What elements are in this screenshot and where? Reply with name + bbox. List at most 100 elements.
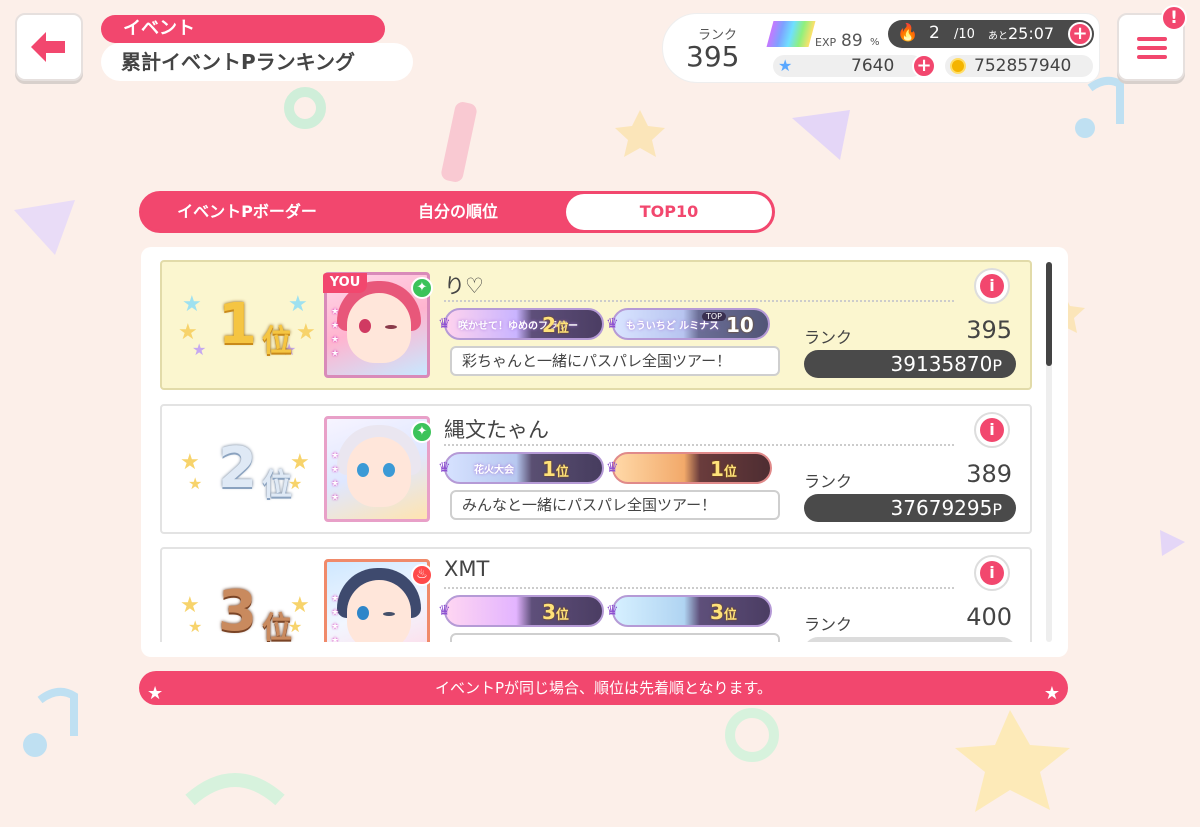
star-icon: ★: [296, 320, 316, 345]
title-rank: 2位: [542, 313, 569, 337]
divider: [444, 300, 954, 302]
title-badge: ♛ 3位: [438, 595, 604, 627]
title-rank-suffix: 位: [723, 608, 737, 623]
live-boost-timer: あと25:07: [988, 24, 1054, 43]
avatar-eye: [385, 325, 397, 329]
scrollbar-thumb[interactable]: [1046, 262, 1052, 366]
live-boost-timer-prefix: あと: [988, 31, 1008, 42]
player-name: 縄文たゃん: [444, 418, 549, 442]
tab-event-point-border[interactable]: イベントPボーダー: [142, 194, 352, 230]
title-rank: 3位: [542, 600, 569, 624]
avatar-eye: [357, 463, 369, 477]
row-rank-label: ランク: [804, 615, 853, 634]
crown-icon: ♛: [606, 316, 619, 332]
avatar-face: [347, 293, 411, 363]
title-rank-suffix: 位: [555, 465, 569, 480]
player-rank-value: 395: [686, 40, 740, 73]
coin-icon: [950, 58, 966, 74]
info-icon: i: [980, 561, 1004, 585]
title-badge: ♛ 3位: [606, 595, 772, 627]
ranking-row[interactable]: ★ ★ ★ ★ 3 位 ★ ★ ★ ★ ♨ XMT i ♛ 3位 ♛ 3位 ラン…: [160, 547, 1032, 642]
event-points-unit: P: [992, 500, 1002, 519]
player-avatar[interactable]: ★ ★ ★ ★ ♨: [324, 559, 433, 642]
rank-suffix: 位: [262, 611, 292, 642]
title-rank-number: 1: [542, 457, 556, 481]
player-comment: みんなと一緒にパスパレ全国ツアー！: [450, 490, 780, 520]
player-info-button[interactable]: i: [974, 412, 1010, 448]
avatar-eye: [383, 612, 395, 616]
player-avatar[interactable]: ★ ★ ★ ★ ✦: [324, 416, 433, 522]
row-player-rank: 389: [966, 460, 1012, 488]
card-rarity-stars: ★ ★ ★ ★: [331, 451, 340, 503]
alert-badge: !: [1161, 5, 1187, 31]
powerful-attribute-icon: ♨: [411, 564, 433, 586]
star-gem-bar: [773, 55, 923, 77]
crown-icon: ♛: [606, 460, 619, 476]
live-boost-max: /10: [954, 27, 975, 42]
title-top-label: TOP: [702, 312, 727, 321]
crown-icon: ♛: [438, 316, 451, 332]
event-points-unit: P: [992, 356, 1002, 375]
player-name: XMT: [444, 557, 490, 581]
event-points: 37679295P: [804, 494, 1016, 522]
tab-my-rank[interactable]: 自分の順位: [352, 194, 564, 230]
star-icon: ★: [147, 683, 164, 704]
notice-text: イベントPが同じ場合、順位は先着順となります。: [434, 679, 773, 697]
row-player-rank: 400: [966, 603, 1012, 631]
star-icon: ★: [288, 292, 308, 317]
tie-rule-notice: ★ イベントPが同じ場合、順位は先着順となります。 ★: [139, 671, 1068, 705]
row-rank-label: ランク: [804, 472, 853, 491]
player-name: り♡: [444, 274, 484, 298]
player-info-button[interactable]: i: [974, 268, 1010, 304]
tab-top10[interactable]: TOP10: [566, 194, 772, 230]
title-event-name: 花火大会: [474, 465, 514, 476]
rank-suffix: 位: [262, 468, 292, 503]
live-boost-timer-value: 25:07: [1008, 24, 1055, 43]
event-points: [804, 637, 1016, 642]
add-live-boost-button[interactable]: +: [1068, 22, 1092, 46]
title-rank: 3位: [710, 600, 737, 624]
star-icon: ★: [188, 617, 203, 636]
title-rank-number: 3: [710, 600, 724, 624]
ranking-list[interactable]: ★ ★ ★ ★ ★ ★ 1 位 ★ ★ ★ ★ ✦ YOU り♡ i ♛ 咲かせて！ゆ…: [160, 260, 1034, 642]
exp-rainbow-bar: [766, 21, 816, 47]
hamburger-icon: [1137, 37, 1167, 41]
info-icon: i: [980, 418, 1004, 442]
row-player-rank: 395: [966, 316, 1012, 344]
avatar-eye: [359, 319, 371, 333]
crown-icon: ♛: [438, 460, 451, 476]
row-rank-label: ランク: [804, 328, 853, 347]
star-gem-value: 7640: [851, 56, 895, 76]
divider: [444, 587, 954, 589]
rank-number: 3: [218, 579, 257, 642]
card-rarity-stars: ★ ★ ★ ★: [331, 594, 340, 642]
ranking-row[interactable]: ★ ★ ★ ★ ★ ★ 1 位 ★ ★ ★ ★ ✦ YOU り♡ i ♛ 咲かせて！ゆ…: [160, 260, 1032, 390]
arrow-left-icon: [31, 32, 65, 62]
card-rarity-stars: ★ ★ ★ ★: [331, 307, 340, 359]
title-rank-number: 2: [542, 313, 556, 337]
ranking-tabs: イベントPボーダー 自分の順位 TOP10: [139, 191, 775, 233]
ranking-row[interactable]: ★ ★ ★ ★ 2 位 ★ ★ ★ ★ ✦ 縄文たゃん i ♛ 花火大会 1位 ♛ 1…: [160, 404, 1032, 534]
rank-badge-silver: ★ ★ ★ ★ 2 位: [178, 430, 320, 510]
player-comment: 彩ちゃんと一緒にパスパレ全国ツアー！: [450, 346, 780, 376]
rank-number: 1: [218, 292, 257, 357]
exp-label: EXP: [815, 36, 837, 49]
screen-category: イベント: [101, 15, 385, 43]
event-points-value: 39135870: [890, 352, 993, 376]
pure-attribute-icon: ✦: [411, 277, 433, 299]
exp-value: 89: [841, 31, 863, 51]
star-icon: ★: [1043, 683, 1060, 704]
divider: [444, 444, 954, 446]
title-badge: ♛ もういちど ルミナス TOP 10: [606, 308, 770, 340]
star-icon: ★: [188, 474, 203, 493]
rank-badge-bronze: ★ ★ ★ ★ 3 位: [178, 573, 320, 642]
event-points-value: 37679295: [890, 496, 993, 520]
coin-value: 752857940: [974, 56, 1072, 76]
add-star-gem-button[interactable]: +: [912, 54, 936, 78]
back-button[interactable]: [15, 13, 83, 81]
star-icon: ★: [180, 450, 200, 475]
player-info-button[interactable]: i: [974, 555, 1010, 591]
player-avatar[interactable]: ★ ★ ★ ★ ✦ YOU: [323, 272, 433, 378]
title-rank: 1位: [710, 457, 737, 481]
star-icon: ★: [192, 340, 207, 359]
